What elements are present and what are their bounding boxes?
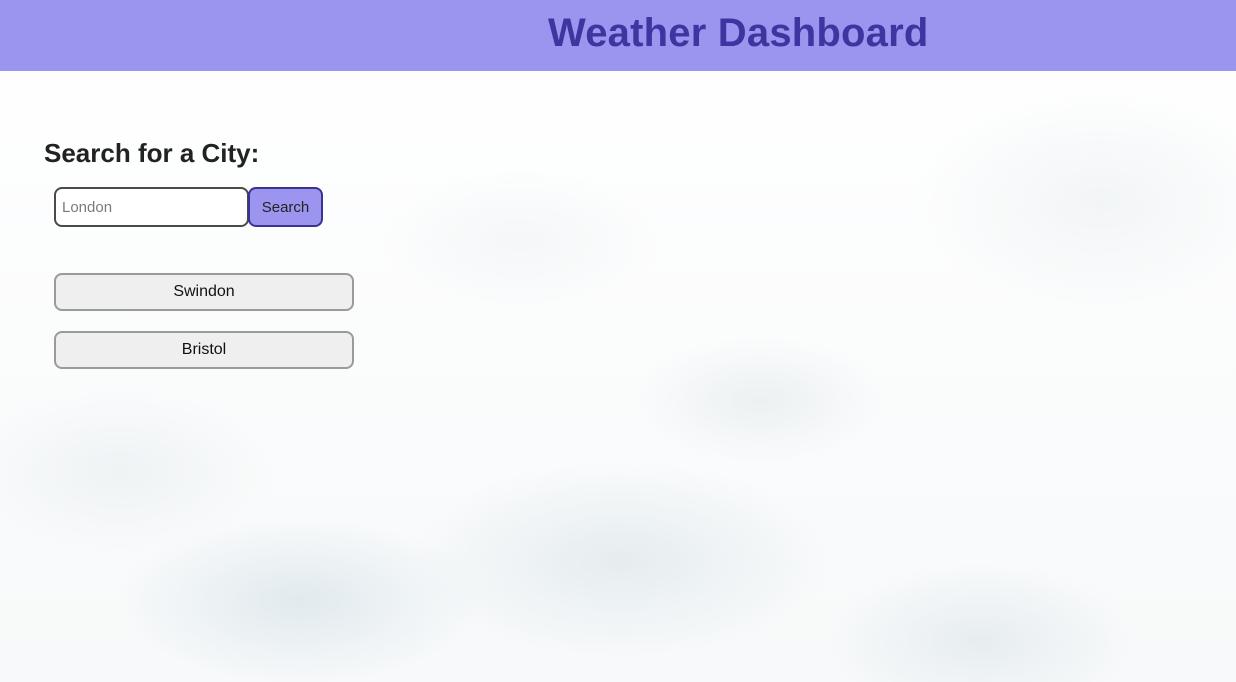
search-button[interactable]: Search — [248, 187, 323, 227]
search-heading: Search for a City: — [44, 138, 260, 168]
city-search-input[interactable] — [54, 187, 249, 227]
search-history-list: Swindon Bristol — [54, 273, 354, 389]
app-header: Weather Dashboard — [0, 0, 1236, 71]
history-city-button-swindon[interactable]: Swindon — [54, 273, 354, 311]
page-title: Weather Dashboard — [548, 11, 929, 55]
history-city-button-bristol[interactable]: Bristol — [54, 331, 354, 369]
